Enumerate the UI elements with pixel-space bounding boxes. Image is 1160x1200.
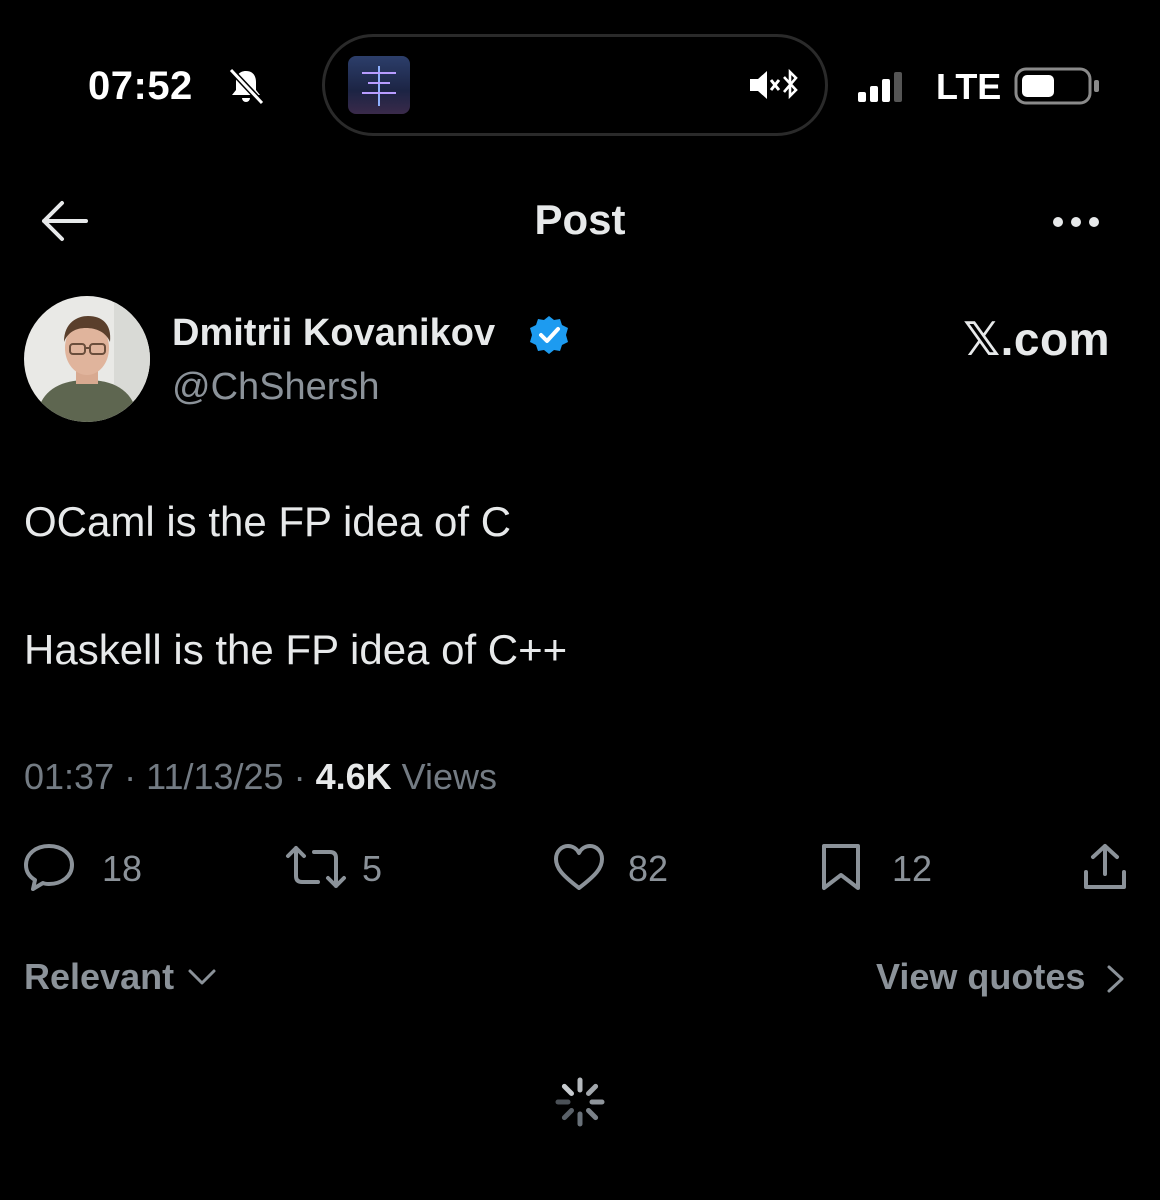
battery-icon — [1014, 67, 1099, 105]
source-label: 𝕏.com — [963, 313, 1110, 365]
author-handle[interactable]: @ChShersh — [172, 366, 380, 409]
now-playing-artwork[interactable] — [348, 56, 410, 114]
post-text-line: Haskell is the FP idea of C++ — [24, 626, 568, 673]
repost-count: 5 — [362, 848, 383, 889]
like-count: 82 — [628, 848, 669, 889]
status-time: 07:52 — [88, 64, 193, 108]
bookmark-icon[interactable] — [816, 842, 866, 892]
reply-icon[interactable] — [22, 842, 76, 892]
share-icon[interactable] — [1080, 842, 1130, 892]
chevron-right-icon[interactable] — [1104, 962, 1128, 996]
bell-muted-icon — [228, 67, 265, 106]
speaker-muted-icon — [750, 68, 798, 100]
network-label: LTE — [936, 66, 1002, 107]
verified-badge-icon[interactable] — [528, 314, 570, 356]
more-icon[interactable] — [1050, 208, 1102, 236]
chevron-down-icon[interactable] — [186, 964, 218, 990]
view-quotes-link[interactable]: View quotes — [876, 956, 1085, 998]
signal-icon — [858, 72, 902, 102]
sort-replies-button[interactable]: Relevant — [24, 956, 174, 998]
author-name[interactable]: Dmitrii Kovanikov — [172, 312, 495, 355]
views-count: 4.6K — [315, 756, 392, 797]
post-date[interactable]: 11/13/25 — [146, 756, 283, 797]
like-icon[interactable] — [552, 842, 606, 892]
post-text-line: OCaml is the FP idea of C — [24, 498, 512, 545]
loading-spinner-icon — [555, 1077, 605, 1127]
views-label: Views — [401, 756, 498, 797]
reply-count: 18 — [102, 848, 143, 889]
avatar[interactable] — [24, 296, 150, 422]
post-meta: 01:37 · 11/13/25 · 4.6K Views — [24, 756, 498, 797]
repost-icon[interactable] — [284, 842, 348, 892]
page-title: Post — [534, 196, 626, 243]
post-time: 01:37 — [24, 756, 115, 797]
bookmark-count: 12 — [892, 848, 933, 889]
